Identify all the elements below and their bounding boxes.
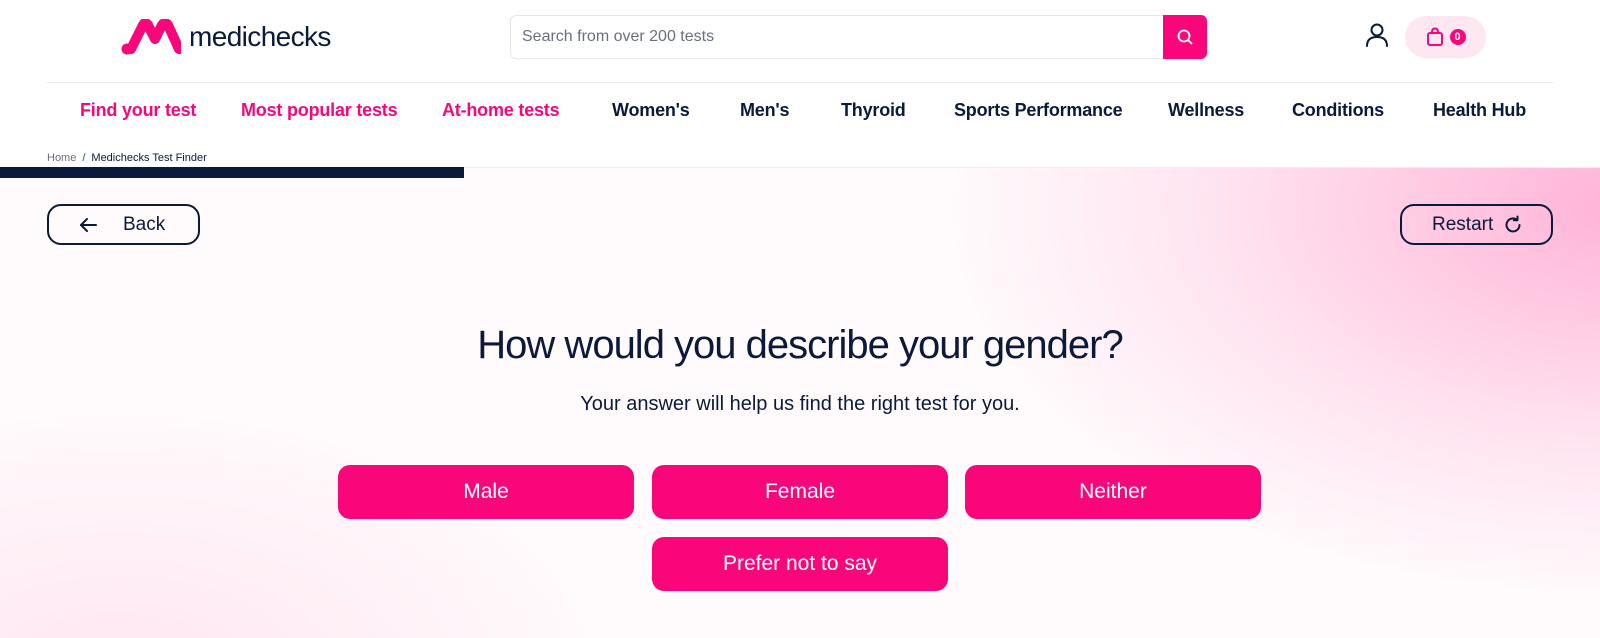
cart-count-badge: 0 xyxy=(1449,29,1466,45)
nav-item-sports-performance[interactable]: Sports Performance xyxy=(954,100,1123,121)
account-button[interactable] xyxy=(1365,22,1389,48)
user-icon xyxy=(1366,23,1388,47)
option-male-button[interactable]: Male xyxy=(338,465,634,519)
breadcrumb-current: Medichecks Test Finder xyxy=(91,152,207,164)
logo-mark-icon xyxy=(121,19,181,55)
medichecks-logo[interactable]: medichecks xyxy=(121,18,331,56)
cart-button[interactable]: 0 xyxy=(1405,16,1486,58)
nav-item-mens[interactable]: Men's xyxy=(740,100,789,121)
restart-button[interactable]: Restart xyxy=(1400,204,1553,245)
main-nav: Find your test Most popular tests At-hom… xyxy=(0,84,1600,136)
option-prefer-not-to-say-button[interactable]: Prefer not to say xyxy=(652,537,948,591)
logo-text: medichecks xyxy=(189,21,331,52)
search-input[interactable] xyxy=(511,16,1163,58)
nav-item-health-hub[interactable]: Health Hub xyxy=(1433,100,1526,121)
question-heading: How would you describe your gender? xyxy=(477,323,1123,367)
search-button[interactable] xyxy=(1163,15,1207,59)
quiz-progress-bar xyxy=(0,167,464,178)
breadcrumb-home-link[interactable]: Home xyxy=(47,152,76,164)
option-female-button[interactable]: Female xyxy=(652,465,948,519)
search-icon xyxy=(1177,29,1193,45)
restart-button-label: Restart xyxy=(1432,213,1494,235)
site-header: medichecks 0 xyxy=(0,0,1600,84)
question-subtitle: Your answer will help us find the right … xyxy=(580,393,1020,415)
nav-item-womens[interactable]: Women's xyxy=(612,100,690,121)
test-finder-panel: Back Restart How would you describe your… xyxy=(0,167,1600,638)
search-bar xyxy=(510,15,1207,59)
nav-item-conditions[interactable]: Conditions xyxy=(1292,100,1384,121)
nav-item-at-home-tests[interactable]: At-home tests xyxy=(442,100,560,121)
shopping-bag-icon xyxy=(1426,27,1443,46)
nav-item-thyroid[interactable]: Thyroid xyxy=(841,100,906,121)
breadcrumb-separator: / xyxy=(82,152,86,164)
back-button[interactable]: Back xyxy=(47,204,200,245)
nav-item-wellness[interactable]: Wellness xyxy=(1168,100,1244,121)
arrow-left-icon xyxy=(80,217,97,232)
header-divider xyxy=(47,82,1553,83)
breadcrumb: Home / Medichecks Test Finder xyxy=(47,152,207,164)
nav-item-most-popular-tests[interactable]: Most popular tests xyxy=(241,100,398,121)
refresh-icon xyxy=(1505,215,1521,232)
back-button-label: Back xyxy=(123,213,166,235)
nav-item-find-your-test[interactable]: Find your test xyxy=(80,100,196,121)
option-neither-button[interactable]: Neither xyxy=(965,465,1261,519)
